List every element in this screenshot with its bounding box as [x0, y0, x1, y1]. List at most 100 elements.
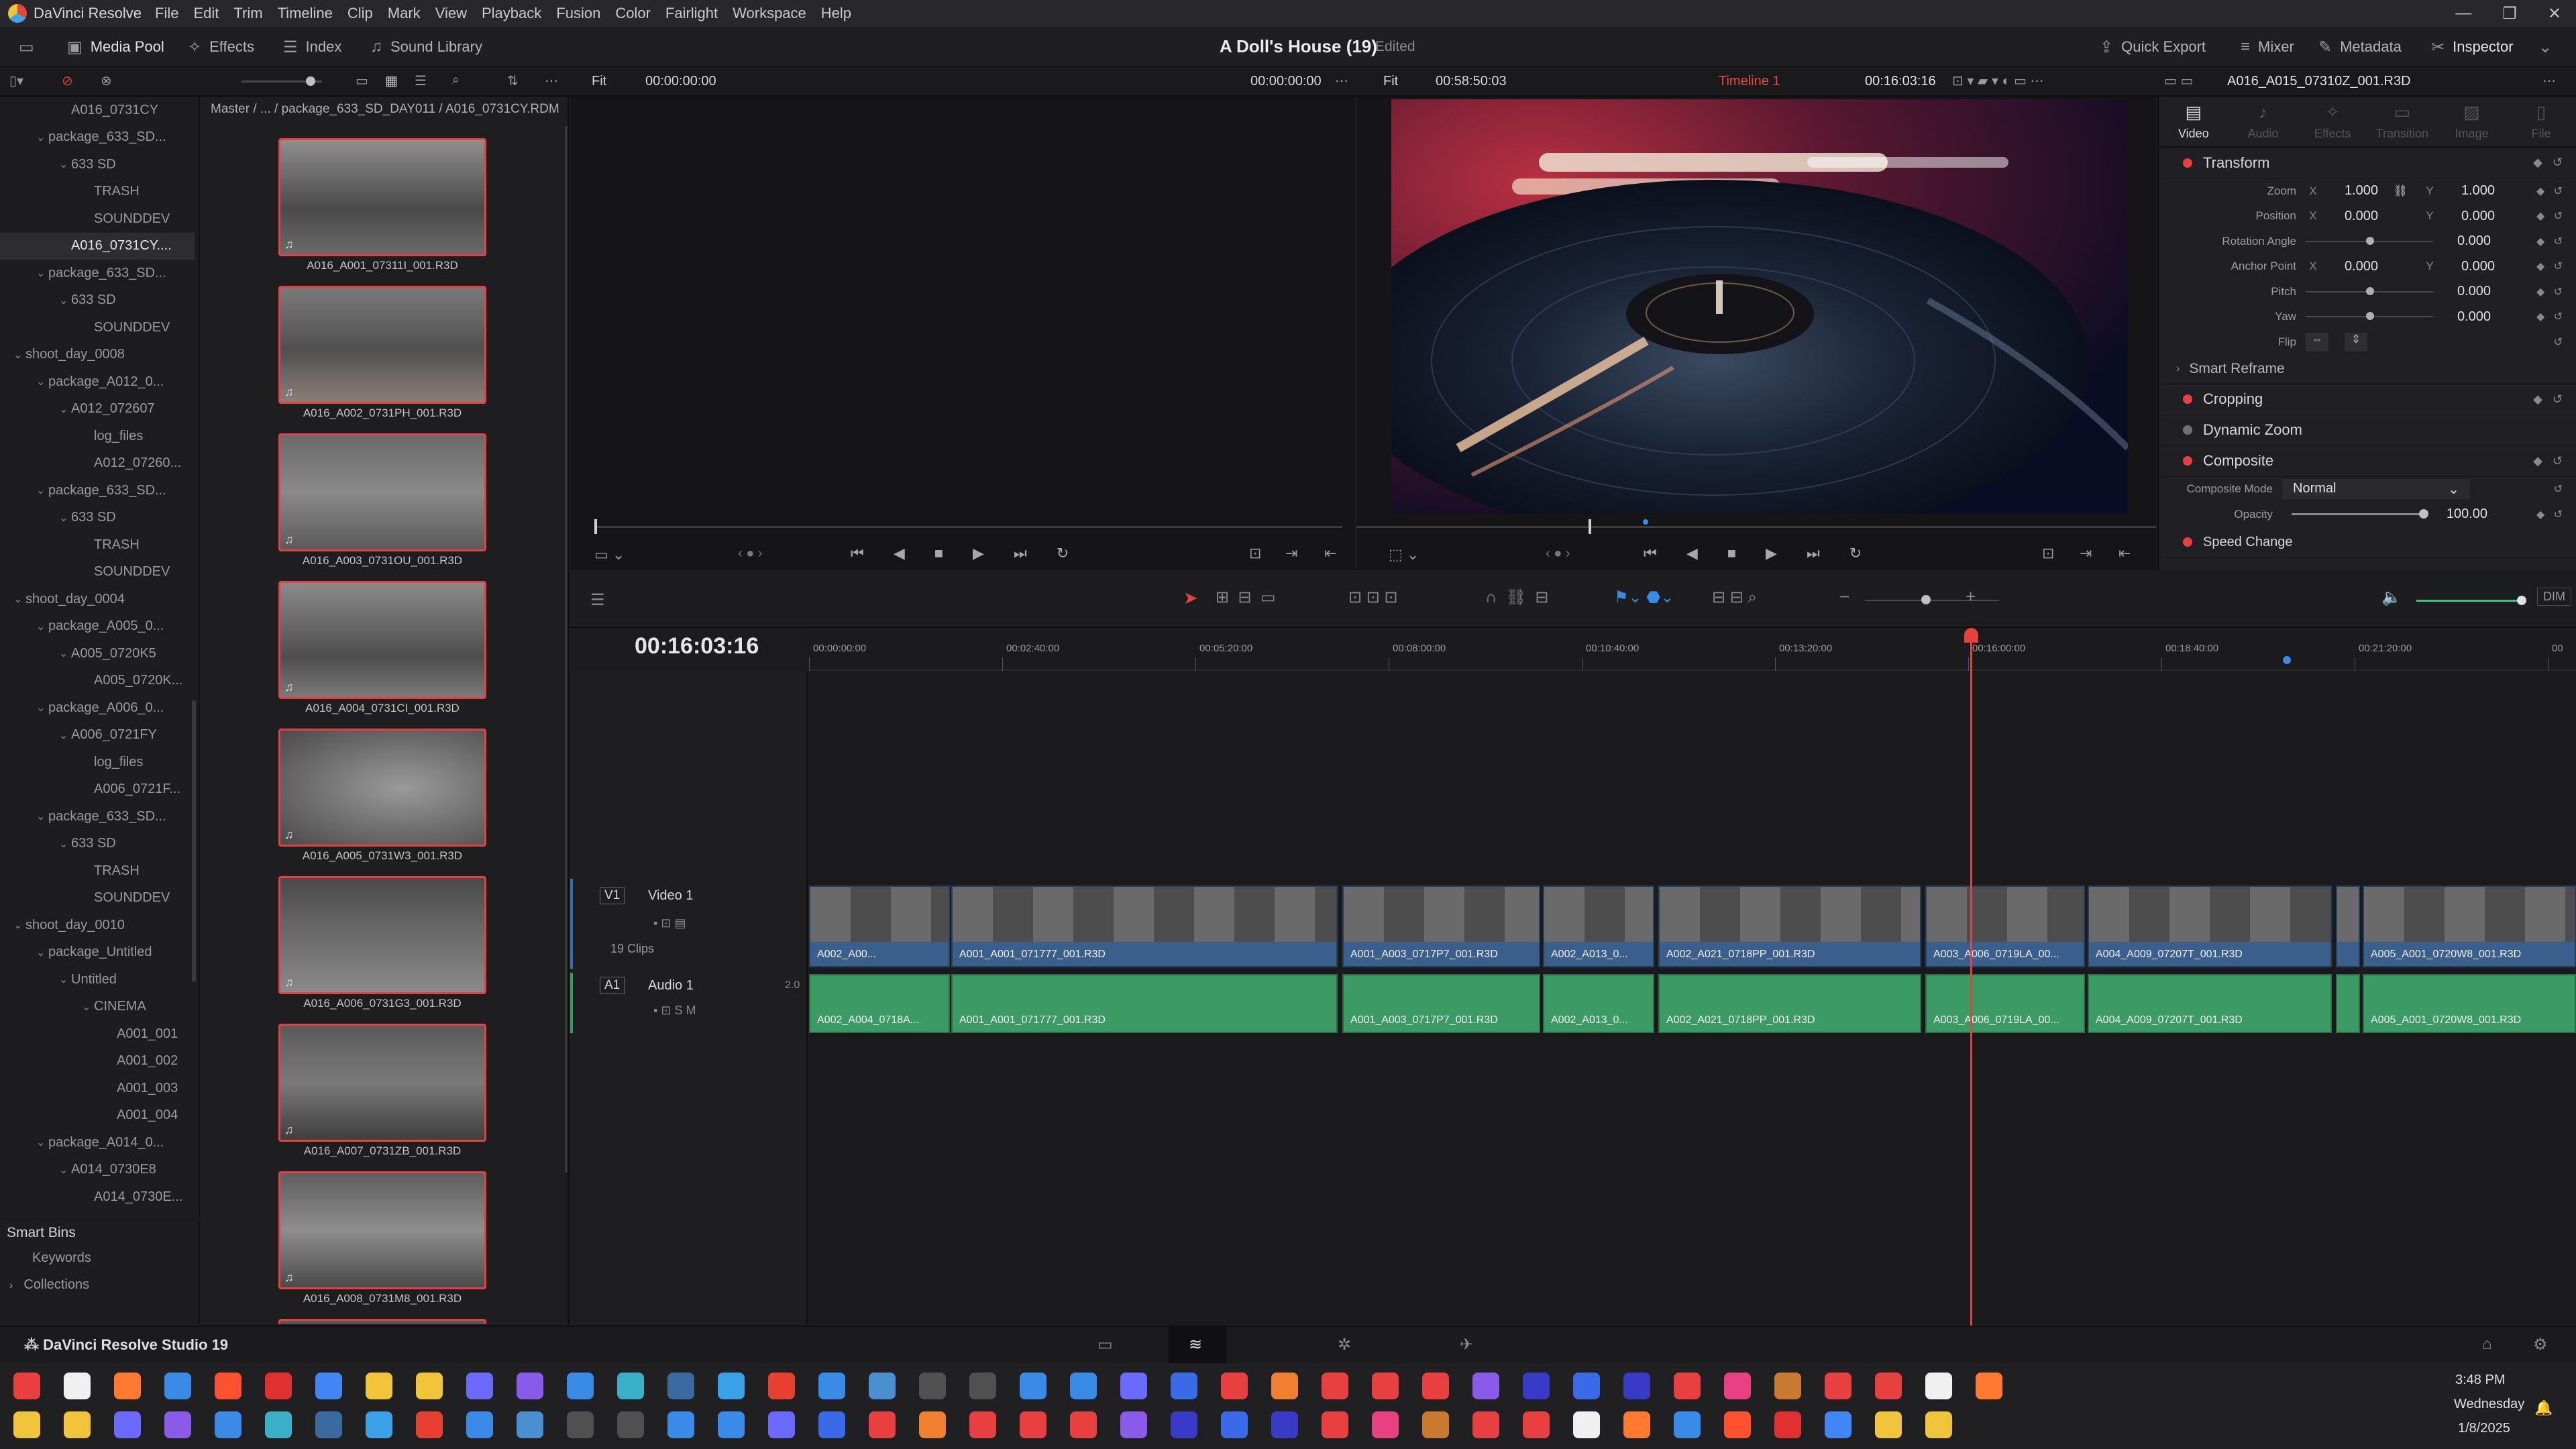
- chevron-down-icon[interactable]: ⌄: [36, 266, 48, 280]
- taskbar-app-icon[interactable]: [315, 1411, 342, 1438]
- inspector-button[interactable]: ✂ Inspector: [2431, 27, 2514, 67]
- taskbar-app-icon[interactable]: [768, 1411, 795, 1438]
- keyframe-reset-icon[interactable]: ◆ ↺: [2533, 454, 2563, 468]
- chevron-down-icon[interactable]: ⌄: [59, 973, 71, 986]
- taskbar-app-icon[interactable]: [1623, 1411, 1650, 1438]
- go-to-end-icon[interactable]: ⏭: [1807, 545, 1820, 562]
- audio-track-header[interactable]: A1 Audio 1 2.0 ▪ ⊡ S M: [570, 973, 808, 1033]
- stop-icon[interactable]: ■: [934, 545, 943, 562]
- video-clip[interactable]: A003_A006_0719LA_00...: [1925, 885, 2085, 967]
- menu-timeline[interactable]: Timeline: [278, 5, 333, 22]
- taskbar-app-icon[interactable]: [617, 1411, 644, 1438]
- menu-file[interactable]: File: [155, 5, 178, 22]
- reset-icon[interactable]: ↺: [2554, 335, 2563, 349]
- taskbar-app-icon[interactable]: [215, 1411, 241, 1438]
- maximize-icon[interactable]: ❐: [2502, 4, 2517, 23]
- flip-vertical-icon[interactable]: ⇕: [2345, 332, 2367, 352]
- taskbar-app-icon[interactable]: [718, 1373, 745, 1399]
- bin-scrollbar[interactable]: [192, 700, 196, 982]
- bin-item[interactable]: ⌄ A014_0730E8: [0, 1157, 195, 1184]
- bin-item[interactable]: ⌄ package_A006_0...: [0, 694, 195, 722]
- zoom-x-field[interactable]: 1.000: [2320, 183, 2378, 199]
- viewer-options-icon[interactable]: ⊡ ▾ ▰ ▾ ◐ ▭ ⋯: [1952, 72, 2044, 89]
- speed-change-section[interactable]: Speed Change: [2159, 527, 2576, 558]
- flag-icon[interactable]: ⚑⌄ ⬣⌄: [1614, 588, 1674, 607]
- taskbar-app-icon[interactable]: [1271, 1373, 1298, 1399]
- taskbar-app-icon[interactable]: [1825, 1373, 1851, 1399]
- taskbar-app-icon[interactable]: [1976, 1373, 2002, 1399]
- bin-item[interactable]: ⌄ A012_072607: [0, 396, 195, 423]
- jog-control[interactable]: ‹ ● ›: [738, 546, 763, 561]
- taskbar-app-icon[interactable]: [567, 1373, 594, 1399]
- clip-thumbnail[interactable]: ♫: [278, 1171, 486, 1289]
- chevron-down-icon[interactable]: ⌄: [59, 837, 71, 851]
- keyframe-reset-icon[interactable]: ◆ ↺: [2536, 260, 2563, 273]
- taskbar-app-icon[interactable]: [366, 1373, 392, 1399]
- audio-track-controls-icon[interactable]: ▪ ⊡ S M: [653, 1004, 696, 1018]
- bin-item[interactable]: ⌄ shoot_day_0008: [0, 341, 195, 369]
- bin-item[interactable]: ⌄ package_633_SD...: [0, 124, 195, 152]
- pitch-field[interactable]: 0.000: [2433, 284, 2491, 299]
- taskbar-app-icon[interactable]: [1724, 1373, 1751, 1399]
- taskbar-app-icon[interactable]: [265, 1411, 292, 1438]
- mark-out-icon[interactable]: ⇤: [2118, 545, 2131, 562]
- taskbar-app-icon[interactable]: [1120, 1411, 1147, 1438]
- taskbar-app-icon[interactable]: [617, 1373, 644, 1399]
- go-to-end-icon[interactable]: ⏭: [1014, 545, 1027, 562]
- bin-item[interactable]: SOUNDDEV: [0, 885, 195, 912]
- audio-clip[interactable]: A005_A001_0720W8_001.R3D: [2363, 974, 2576, 1033]
- sound-library-button[interactable]: ♫ Sound Library: [370, 27, 482, 67]
- bin-item[interactable]: ⌄ package_A012_0...: [0, 368, 195, 396]
- video-clip[interactable]: [2336, 885, 2360, 967]
- clip-thumbnail[interactable]: ♫: [278, 433, 486, 551]
- gear-icon[interactable]: ⚙: [2533, 1335, 2548, 1354]
- edit-page-tab[interactable]: ≋: [1169, 1327, 1226, 1363]
- cropping-section[interactable]: Cropping ◆ ↺: [2159, 384, 2576, 415]
- v1-tag[interactable]: V1: [600, 887, 625, 904]
- snapping-icon[interactable]: ∩ ⛓ ⊟: [1485, 588, 1549, 607]
- clip-thumbnail[interactable]: ♫: [278, 1024, 486, 1142]
- taskbar-app-icon[interactable]: [416, 1411, 443, 1438]
- video-clip[interactable]: A004_A009_07207T_001.R3D: [2088, 885, 2332, 967]
- zoom-y-field[interactable]: 1.000: [2437, 183, 2495, 199]
- bin-item[interactable]: A006_0721F...: [0, 776, 195, 804]
- taskbar-app-icon[interactable]: [215, 1373, 241, 1399]
- taskbar-app-icon[interactable]: [667, 1411, 694, 1438]
- master-volume-slider[interactable]: [2416, 596, 2526, 605]
- keyframe-reset-icon[interactable]: ◆ ↺: [2536, 310, 2563, 323]
- bin-item[interactable]: ⌄ shoot_day_0010: [0, 912, 195, 939]
- audio-clip[interactable]: A002_A013_0...: [1543, 974, 1654, 1033]
- edit-overwrite-icons[interactable]: ⊡ ⊡ ⊡: [1348, 588, 1398, 607]
- chevron-down-icon[interactable]: ⌄: [13, 918, 25, 932]
- chevron-down-icon[interactable]: ⌄: [59, 158, 71, 171]
- menu-mark[interactable]: Mark: [388, 5, 421, 22]
- source-viewer-options-icon[interactable]: ▭ ⌄: [594, 546, 625, 564]
- source-fit-select[interactable]: Fit: [592, 74, 606, 89]
- taskbar-app-icon[interactable]: [1774, 1373, 1801, 1399]
- chevron-down-icon[interactable]: ⌄: [36, 701, 48, 714]
- play-icon[interactable]: ▶: [973, 545, 984, 562]
- anchor-x-field[interactable]: 0.000: [2320, 259, 2378, 274]
- trim-tools-icon[interactable]: ⊞ ⊟ ▭: [1216, 588, 1276, 607]
- search-icon[interactable]: ⌕: [452, 72, 460, 88]
- bin-item[interactable]: ⌄ 633 SD: [0, 151, 195, 178]
- source-options-icon[interactable]: ⋯: [1335, 72, 1348, 89]
- chevron-down-icon[interactable]: ⌄: [59, 402, 71, 416]
- taskbar-app-icon[interactable]: [114, 1373, 141, 1399]
- audio-clip[interactable]: A004_A009_07207T_001.R3D: [2088, 974, 2332, 1033]
- opacity-field[interactable]: 100.00: [2426, 506, 2487, 522]
- taskbar-app-icon[interactable]: [13, 1411, 40, 1438]
- fairlight-page-icon[interactable]: ✲: [1338, 1335, 1351, 1354]
- menu-view[interactable]: View: [435, 5, 467, 22]
- taskbar-app-icon[interactable]: [1774, 1411, 1801, 1438]
- taskbar-app-icon[interactable]: [1221, 1411, 1248, 1438]
- keyframe-reset-icon[interactable]: ◆ ↺: [2533, 392, 2563, 407]
- taskbar-app-icon[interactable]: [1573, 1373, 1600, 1399]
- rotation-field[interactable]: 0.000: [2433, 233, 2491, 249]
- taskbar-app-icon[interactable]: [265, 1373, 292, 1399]
- taskbar-app-icon[interactable]: [1573, 1411, 1600, 1438]
- audio-clip[interactable]: A002_A004_0718A...: [809, 974, 950, 1033]
- chevron-down-icon[interactable]: ⌄: [36, 131, 48, 144]
- clip-thumbnail[interactable]: ♫: [278, 138, 486, 256]
- taskbar-app-icon[interactable]: [919, 1411, 946, 1438]
